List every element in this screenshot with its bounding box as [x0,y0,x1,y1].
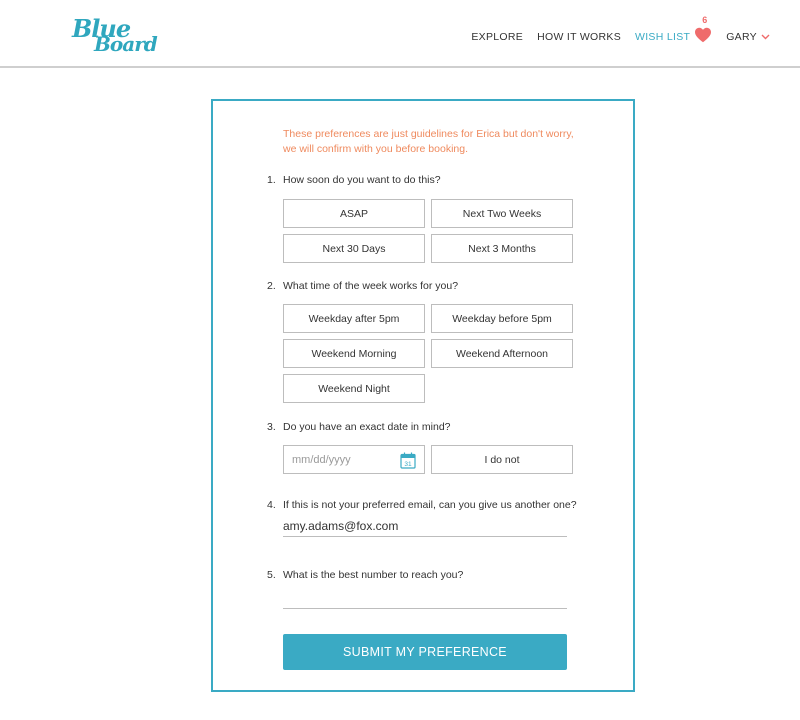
email-field[interactable] [283,515,567,537]
question-1-text: How soon do you want to do this? [283,174,441,186]
intro-note: These preferences are just guidelines fo… [283,128,574,155]
nav-wish-list-label: WISH LIST [635,31,691,43]
calendar-icon[interactable]: 31 [400,452,416,472]
option-i-do-not[interactable]: I do not [431,445,573,474]
option-weekend-morning[interactable]: Weekend Morning [283,339,425,368]
question-2-text: What time of the week works for you? [283,280,459,292]
nav-how-it-works[interactable]: HOW IT WORKS [537,31,621,43]
question-2: 2. What time of the week works for you? [267,280,458,292]
top-header: Blue Board EXPLORE HOW IT WORKS WISH LIS… [0,0,800,68]
preferences-form-card: These preferences are just guidelines fo… [211,99,635,692]
question-4: 4. If this is not your preferred email, c… [267,499,577,511]
question-5-text: What is the best number to reach you? [283,569,464,581]
option-asap[interactable]: ASAP [283,199,425,228]
option-weekday-before-5pm[interactable]: Weekday before 5pm [431,304,573,333]
blueboard-logo[interactable]: Blue Board [70,14,158,58]
phone-field[interactable] [283,587,567,609]
date-input[interactable]: mm/dd/yyyy 31 [283,445,425,474]
date-placeholder: mm/dd/yyyy [292,453,351,466]
question-2-number: 2. [267,280,276,292]
question-5: 5. What is the best number to reach you? [267,569,463,581]
nav-explore[interactable]: EXPLORE [471,31,523,43]
logo-text-board: Board [94,32,158,56]
submit-preference-button[interactable]: SUBMIT MY PREFERENCE [283,634,567,670]
option-next-two-weeks[interactable]: Next Two Weeks [431,199,573,228]
option-next-30-days[interactable]: Next 30 Days [283,234,425,263]
question-3: 3. Do you have an exact date in mind? [267,421,451,433]
nav-wish-list[interactable]: WISH LIST 6 [635,15,712,47]
nav-user-name: GARY [726,31,757,43]
question-4-text: If this is not your preferred email, can… [283,499,577,511]
main-nav: EXPLORE HOW IT WORKS WISH LIST 6 GARY [457,15,770,47]
question-5-number: 5. [267,569,276,581]
nav-user-menu[interactable]: GARY [726,31,770,43]
question-1-number: 1. [267,174,276,186]
option-weekend-night[interactable]: Weekend Night [283,374,425,403]
question-3-text: Do you have an exact date in mind? [283,421,451,433]
option-next-3-months[interactable]: Next 3 Months [431,234,573,263]
heart-icon: 6 [694,15,712,46]
chevron-down-icon [761,31,770,43]
calendar-day-label: 31 [404,461,412,468]
question-4-number: 4. [267,499,276,511]
question-1: 1. How soon do you want to do this? [267,174,441,186]
question-3-number: 3. [267,421,276,433]
option-weekend-afternoon[interactable]: Weekend Afternoon [431,339,573,368]
wishlist-count-badge: 6 [702,14,708,25]
option-weekday-after-5pm[interactable]: Weekday after 5pm [283,304,425,333]
